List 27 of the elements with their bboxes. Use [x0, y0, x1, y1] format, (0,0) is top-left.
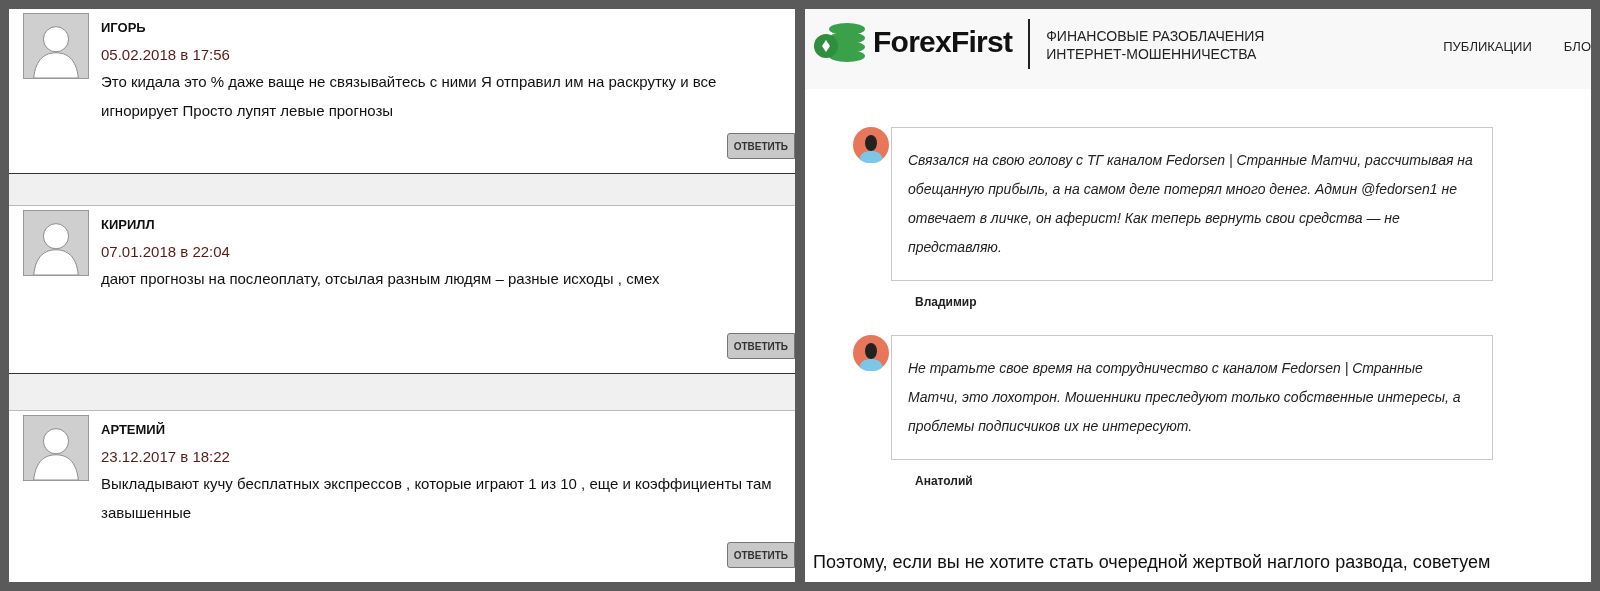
site-tagline: ФИНАНСОВЫЕ РАЗОБЛАЧЕНИЯ — [1046, 27, 1265, 45]
comment-author: АРТЕМИЙ — [101, 421, 167, 439]
site-logo[interactable]: ForexFirst — [873, 19, 1013, 64]
reply-button[interactable]: ОТВЕТИТЬ — [726, 333, 795, 359]
avatar-icon — [23, 415, 89, 481]
nav-link[interactable]: ПУБЛИКАЦИИ — [1443, 37, 1532, 57]
nav-link[interactable]: БЛО — [1563, 37, 1591, 57]
review-text: Связался на свою голову с ТГ каналом Fedorsen | Странные Матчи, рассчитывая на обещанную прибыль, а на самом деле потерял много денег. Админ @fedorsen1 не отвечает в личке, он аферист! Как теперь вернуть свои средства — не представляю. — [908, 151, 1474, 257]
avatar-icon — [853, 127, 889, 163]
comment-date: 07.01.2018 в 22:04 — [101, 242, 231, 262]
avatar-icon — [853, 335, 889, 371]
review-author: Анатолий — [915, 473, 974, 490]
avatar-icon — [23, 13, 89, 79]
avatar-icon — [23, 210, 89, 276]
comment-date: 23.12.2017 в 18:22 — [101, 447, 231, 467]
comment-date: 05.02.2018 в 17:56 — [101, 45, 231, 65]
comment-author: ИГОРЬ — [101, 19, 147, 37]
comment-author: КИРИЛЛ — [101, 216, 156, 234]
comment-text: Это кидала это % даже ваще не связывайтесь с ними Я отправил им на раскрутку и все игнорирует Просто лупят левые прогнозы — [101, 72, 718, 121]
comment-text: Выкладывают кучу бесплатных экспрессов , которые играют 1 из 10 , еще и коэффициенты там завышенные — [101, 474, 773, 523]
comment-text: дают прогнозы на послеоплату, отсылая разным людям – разные исходы , смех — [101, 269, 661, 289]
review-author: Владимир — [915, 294, 978, 311]
review-text: Не тратьте свое время на сотрудничество с каналом Fedorsen | Странные Матчи, это лохотрон. Мошенники преследуют только собственные интересы, а проблемы подписчиков их не интересуют. — [908, 359, 1462, 436]
reply-button[interactable]: ОТВЕТИТЬ — [726, 133, 795, 159]
reply-button[interactable]: ОТВЕТИТЬ — [726, 542, 795, 568]
site-tagline: ИНТЕРНЕТ-МОШЕННИЧЕСТВА — [1046, 45, 1258, 63]
article-paragraph: Поэтому, если вы не хотите стать очередной жертвой наглого развода, советуем — [812, 551, 1492, 574]
